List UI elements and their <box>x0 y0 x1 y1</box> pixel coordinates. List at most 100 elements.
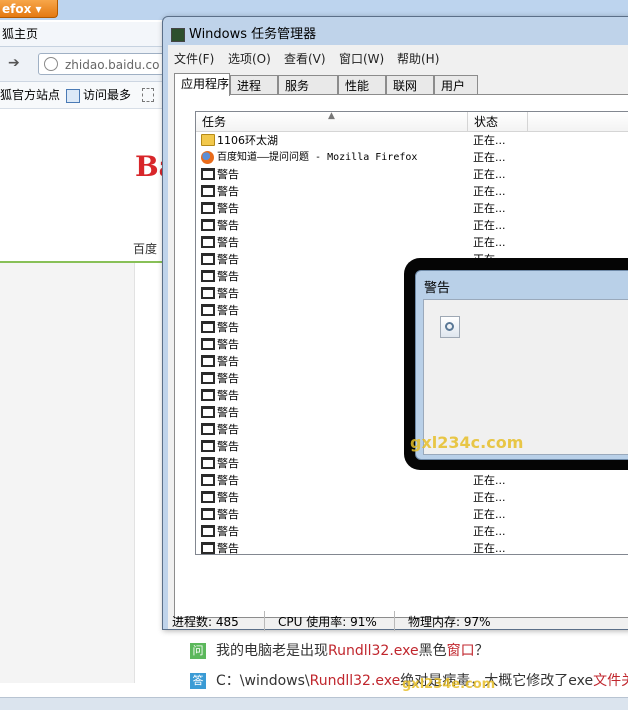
status-separator <box>394 611 395 631</box>
warning-dialog-body <box>423 299 628 455</box>
task-name: 警告 <box>217 440 239 453</box>
window-icon <box>201 168 215 180</box>
menu-options[interactable]: 选项(O) <box>228 50 271 67</box>
column-header-status-label: 状态 <box>474 115 499 129</box>
column-header-status[interactable]: 状态 <box>468 112 528 132</box>
status-cpu-usage: CPU 使用率: 91% <box>278 615 377 629</box>
window-icon <box>201 253 215 265</box>
task-status: 正在... <box>473 525 506 538</box>
task-name: 警告 <box>217 185 239 198</box>
task-status: 正在... <box>473 202 506 215</box>
tab-performance[interactable]: 性能 <box>338 75 386 95</box>
browser-tab[interactable]: 狐主页 <box>0 22 167 47</box>
task-status: 正在... <box>473 474 506 487</box>
task-status: 正在... <box>473 185 506 198</box>
window-icon <box>201 542 215 554</box>
task-row[interactable]: 百度知道——提问问题 - Mozilla Firefox 正在... <box>196 149 628 166</box>
status-separator <box>264 611 265 631</box>
watermark-middle: gxl234c.com <box>410 433 524 452</box>
task-row[interactable]: 警告 正在... <box>196 506 628 523</box>
menu-view[interactable]: 查看(V) <box>284 50 326 67</box>
task-row[interactable]: 警告 正在... <box>196 523 628 540</box>
task-name: 警告 <box>217 287 239 300</box>
question-badge: 问 <box>190 643 206 659</box>
menu-bar: 文件(F) 选项(O) 查看(V) 窗口(W) 帮助(H) <box>168 47 628 67</box>
window-icon <box>201 202 215 214</box>
window-icon <box>201 304 215 316</box>
answer-text-4: 文件关 <box>593 673 628 689</box>
question-text-5: ？ <box>474 643 489 659</box>
status-physical-memory: 物理内存: 97% <box>408 615 491 629</box>
search-document-icon <box>440 316 460 338</box>
task-row[interactable]: 警告 正在... <box>196 183 628 200</box>
task-row[interactable]: 1106环太湖 正在... <box>196 132 628 149</box>
window-icon <box>201 270 215 282</box>
window-icon <box>201 440 215 452</box>
task-name: 警告 <box>217 168 239 181</box>
firefox-menu-label: efox <box>2 2 32 16</box>
warning-dialog-title[interactable]: 警告 <box>424 277 450 296</box>
window-icon <box>201 423 215 435</box>
task-name: 1106环太湖 <box>217 134 278 147</box>
window-icon <box>201 474 215 486</box>
window-icon <box>201 321 215 333</box>
question-text-1: 我的电脑老是出现 <box>216 643 328 659</box>
menu-help[interactable]: 帮助(H) <box>397 50 439 67</box>
chevron-down-icon: ▾ <box>35 2 42 16</box>
tab-applications[interactable]: 应用程序 <box>174 73 230 96</box>
window-icon <box>201 355 215 367</box>
window-icon <box>201 406 215 418</box>
task-name: 警告 <box>217 406 239 419</box>
task-row[interactable]: 警告 正在... <box>196 234 628 251</box>
warning-dialog: 警告 <box>415 270 628 460</box>
task-name: 警告 <box>217 525 239 538</box>
task-name: 警告 <box>217 423 239 436</box>
blank-page-icon[interactable] <box>142 88 154 102</box>
task-status: 正在... <box>473 219 506 232</box>
tab-users[interactable]: 用户 <box>434 75 478 95</box>
task-name: 警告 <box>217 321 239 334</box>
task-name: 警告 <box>217 338 239 351</box>
task-name: 警告 <box>217 253 239 266</box>
answer-badge: 答 <box>190 673 206 689</box>
window-icon <box>201 287 215 299</box>
menu-window[interactable]: 窗口(W) <box>339 50 384 67</box>
task-name: 警告 <box>217 542 239 555</box>
baidu-nav-link[interactable]: 百度 <box>133 240 157 257</box>
task-status: 正在... <box>473 491 506 504</box>
column-header-task[interactable]: ▲ 任务 <box>196 112 468 132</box>
status-bar: 进程数: 485 CPU 使用率: 91% 物理内存: 97% <box>168 611 628 631</box>
bookmark-official-site[interactable]: 狐官方站点 <box>0 82 60 108</box>
forward-arrow-icon[interactable]: ➔ <box>8 55 24 71</box>
task-row[interactable]: 警告 正在... <box>196 472 628 489</box>
window-icon <box>201 338 215 350</box>
tab-services[interactable]: 服务 <box>278 75 338 95</box>
tab-networking[interactable]: 联网 <box>386 75 434 95</box>
tab-processes[interactable]: 进程 <box>230 75 278 95</box>
task-row[interactable]: 警告 正在... <box>196 540 628 555</box>
firefox-menu-button[interactable]: efox ▾ <box>0 0 58 18</box>
window-icon <box>201 508 215 520</box>
task-name: 警告 <box>217 508 239 521</box>
task-row[interactable]: 警告 正在... <box>196 200 628 217</box>
site-identity-icon[interactable] <box>44 57 58 71</box>
task-row[interactable]: 警告 正在... <box>196 489 628 506</box>
window-icon <box>201 219 215 231</box>
task-status: 正在... <box>473 151 506 164</box>
question-text-2: Rundll32.exe <box>328 643 419 659</box>
question-row: 问我的电脑老是出现Rundll32.exe黑色窗口？ <box>190 640 489 660</box>
window-icon <box>201 236 215 248</box>
task-name: 警告 <box>217 202 239 215</box>
task-name: 警告 <box>217 355 239 368</box>
task-status: 正在... <box>473 542 506 555</box>
task-name: 警告 <box>217 219 239 232</box>
task-name: 警告 <box>217 491 239 504</box>
address-bar[interactable]: zhidao.baidu.co <box>38 53 178 75</box>
bookmark-label: 狐官方站点 <box>0 88 61 102</box>
task-row[interactable]: 警告 正在... <box>196 217 628 234</box>
menu-file[interactable]: 文件(F) <box>174 50 214 67</box>
task-name: 警告 <box>217 389 239 402</box>
task-manager-titlebar[interactable]: Windows 任务管理器 <box>171 23 316 42</box>
bookmark-most-visited[interactable]: 访问最多 <box>66 82 131 108</box>
task-row[interactable]: 警告 正在... <box>196 166 628 183</box>
